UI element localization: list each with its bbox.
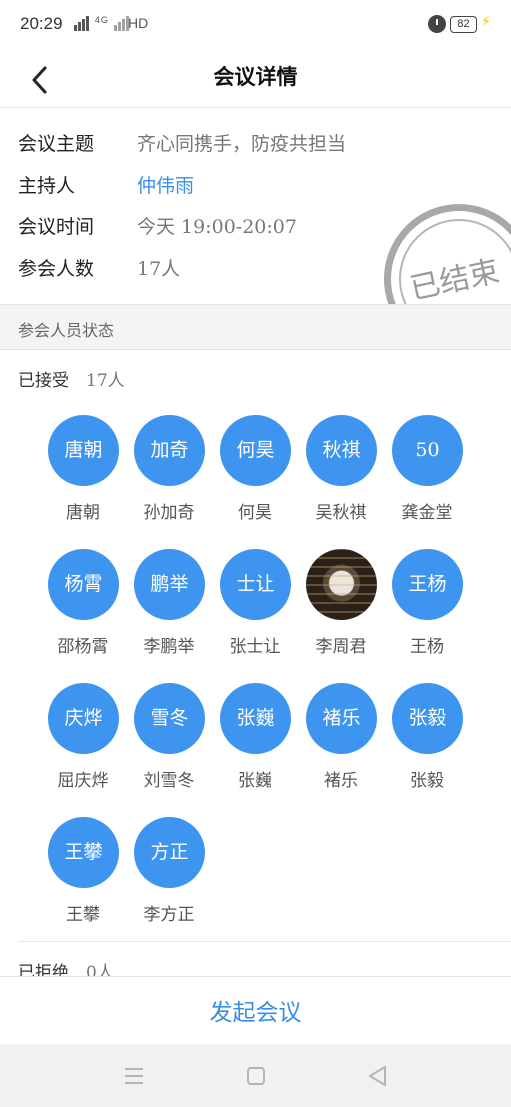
member-item[interactable]: 加奇 孙加奇 xyxy=(126,415,212,535)
member-name: 张毅 xyxy=(410,771,444,791)
member-avatar: 张毅 xyxy=(392,683,463,754)
member-item[interactable]: 50 龚金堂 xyxy=(384,415,470,535)
meeting-info: 会议主题 齐心同携手，防疫共担当 主持人 仲伟雨 会议时间 今天 19:00-2… xyxy=(0,109,511,304)
member-avatar: 王杨 xyxy=(392,549,463,620)
member-name: 刘雪冬 xyxy=(143,771,195,791)
member-name: 张士让 xyxy=(229,637,281,657)
start-meeting-button[interactable]: 发起会议 xyxy=(0,993,511,1027)
member-avatar: 秋祺 xyxy=(306,415,377,486)
member-item[interactable]: 唐朝 唐朝 xyxy=(40,415,126,535)
member-item[interactable]: 褚乐 褚乐 xyxy=(298,683,384,803)
member-name: 邵杨霄 xyxy=(57,637,109,657)
status-time: 20:29 xyxy=(20,14,63,33)
member-avatar: 50 xyxy=(392,415,463,486)
accepted-count: 17人 xyxy=(86,371,125,391)
attendees-value: 17人 xyxy=(137,258,181,280)
member-name: 李周君 xyxy=(315,637,367,657)
page-title: 会议详情 xyxy=(213,65,298,89)
member-avatar: 王攀 xyxy=(48,817,119,888)
system-nav-bar xyxy=(0,1044,511,1107)
member-avatar: 杨霄 xyxy=(48,549,119,620)
member-name: 吴秋祺 xyxy=(315,503,367,523)
host-link[interactable]: 仲伟雨 xyxy=(137,171,194,198)
member-name: 何昊 xyxy=(238,503,272,523)
member-name: 王杨 xyxy=(410,637,444,657)
topic-label: 会议主题 xyxy=(18,133,95,155)
member-avatar-photo xyxy=(306,549,377,620)
member-item[interactable]: 王杨 王杨 xyxy=(384,549,470,669)
member-name: 屈庆烨 xyxy=(57,771,109,791)
charging-icon: ⚡ xyxy=(481,14,491,30)
member-item[interactable]: 雪冬 刘雪冬 xyxy=(126,683,212,803)
member-item[interactable]: 王攀 王攀 xyxy=(40,817,126,937)
member-avatar: 方正 xyxy=(134,817,205,888)
time-value: 今天 19:00-20:07 xyxy=(137,216,297,238)
member-name: 龚金堂 xyxy=(401,503,453,523)
member-avatar: 士让 xyxy=(220,549,291,620)
member-item[interactable]: 庆烨 屈庆烨 xyxy=(40,683,126,803)
battery-icon: 82 xyxy=(450,16,477,33)
home-square-icon[interactable] xyxy=(244,1064,268,1088)
member-avatar: 加奇 xyxy=(134,415,205,486)
member-item[interactable]: 何昊 何昊 xyxy=(212,415,298,535)
time-label: 会议时间 xyxy=(18,216,95,238)
member-name: 张巍 xyxy=(238,771,272,791)
member-item[interactable]: 士让 张士让 xyxy=(212,549,298,669)
member-name: 李鹏举 xyxy=(143,637,195,657)
menu-icon[interactable] xyxy=(122,1064,146,1088)
member-avatar: 庆烨 xyxy=(48,683,119,754)
member-name: 孙加奇 xyxy=(143,503,195,523)
accepted-label: 已接受 xyxy=(18,371,69,391)
member-avatar: 唐朝 xyxy=(48,415,119,486)
member-avatar: 何昊 xyxy=(220,415,291,486)
alarm-icon xyxy=(428,15,446,33)
member-avatar: 褚乐 xyxy=(306,683,377,754)
member-item[interactable]: 李周君 xyxy=(298,549,384,669)
member-item[interactable]: 张毅 张毅 xyxy=(384,683,470,803)
member-name: 唐朝 xyxy=(66,503,100,523)
back-triangle-icon[interactable] xyxy=(366,1064,390,1088)
bottom-bar: 发起会议 xyxy=(0,976,511,1044)
member-item[interactable]: 秋祺 吴秋祺 xyxy=(298,415,384,535)
member-name: 李方正 xyxy=(143,905,195,925)
attendees-label: 参会人数 xyxy=(18,258,95,280)
member-avatar: 鹏举 xyxy=(134,549,205,620)
section-title: 参会人员状态 xyxy=(18,321,115,340)
member-item[interactable]: 鹏举 李鹏举 xyxy=(126,549,212,669)
network-type-label: HD xyxy=(128,15,149,31)
member-item[interactable]: 方正 李方正 xyxy=(126,817,212,937)
member-name: 王攀 xyxy=(66,905,100,925)
divider xyxy=(18,941,511,942)
member-item[interactable]: 杨霄 邵杨霄 xyxy=(40,549,126,669)
app-header: 会议详情 xyxy=(0,50,511,108)
signal-icon: 4G xyxy=(74,15,130,31)
status-bar: 20:29 4G HD 82 ⚡ xyxy=(0,0,511,50)
host-label: 主持人 xyxy=(18,175,76,197)
ended-stamp: 已结束 xyxy=(384,204,511,304)
member-avatar: 张巍 xyxy=(220,683,291,754)
topic-value: 齐心同携手，防疫共担当 xyxy=(137,133,347,155)
member-name: 褚乐 xyxy=(324,771,358,791)
section-header: 参会人员状态 xyxy=(0,304,511,350)
member-avatar: 雪冬 xyxy=(134,683,205,754)
member-grid: 唐朝 唐朝 加奇 孙加奇 何昊 何昊 秋祺 吴秋祺 50 龚金堂 杨霄 邵杨霄 鹏举 李鹏举 士让 张士让 李周… xyxy=(40,415,480,935)
member-item[interactable]: 张巍 张巍 xyxy=(212,683,298,803)
